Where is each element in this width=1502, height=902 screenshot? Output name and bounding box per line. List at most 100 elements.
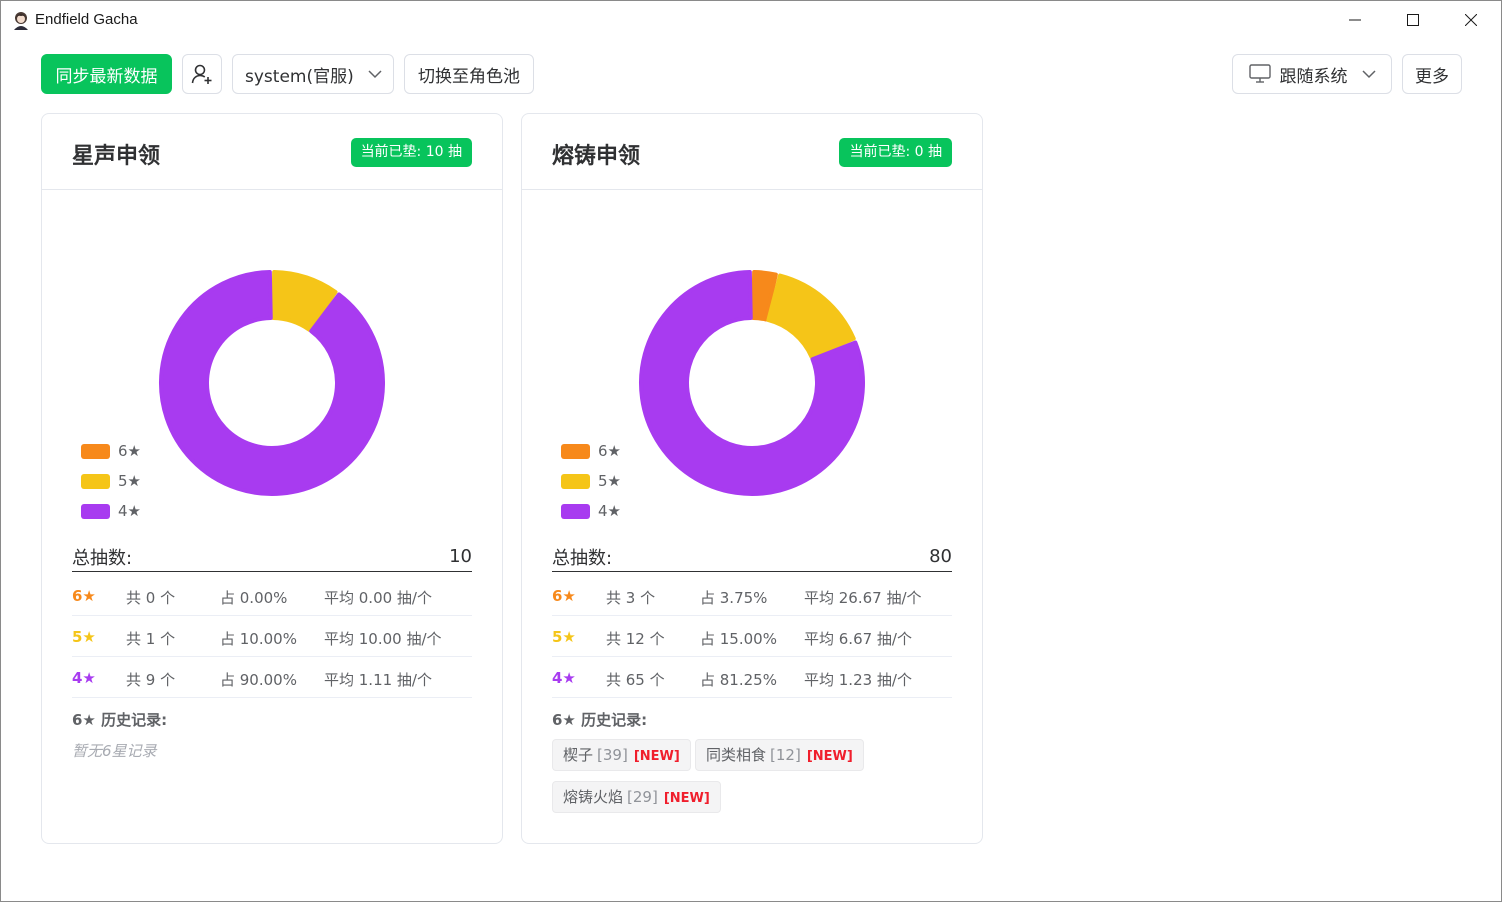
- legend-label: 5★: [598, 472, 621, 490]
- toolbar: 同步最新数据 system(官服) 切换至角色池 跟随系统 更多: [41, 54, 1462, 94]
- donut-chart: [639, 270, 865, 496]
- avatar-icon: [14, 12, 28, 30]
- chart-legend: 6★ 5★ 4★: [561, 436, 621, 526]
- slice-5star[interactable]: [766, 273, 856, 359]
- stat-percent: 占 90.00%: [220, 671, 297, 689]
- server-select[interactable]: system(官服): [232, 54, 394, 94]
- app-window: Endfield Gacha 同步最新数据 system(官服) 切换至角色池: [0, 0, 1502, 902]
- rarity-stats: 6★ 共 3 个 占 3.75% 平均 26.67 抽/个 5★ 共 12 个 …: [552, 575, 952, 698]
- legend-label: 4★: [118, 502, 141, 520]
- stat-average: 平均 1.23 抽/个: [804, 671, 912, 689]
- maximize-icon: [1407, 14, 1419, 26]
- switch-pool-button[interactable]: 切换至角色池: [404, 54, 534, 94]
- chevron-down-icon: [1361, 70, 1376, 79]
- total-pulls-value: 10: [449, 546, 472, 567]
- theme-select-value: 跟随系统: [1279, 66, 1348, 87]
- history-title: 6★ 历史记录:: [72, 711, 168, 729]
- card-title: 熔铸申领: [552, 144, 641, 169]
- legend-swatch: [81, 503, 110, 519]
- new-tag: [NEW]: [806, 749, 853, 764]
- total-pulls-label: 总抽数:: [72, 547, 133, 569]
- stat-average: 平均 0.00 抽/个: [324, 589, 432, 607]
- legend-label: 6★: [598, 442, 621, 460]
- legend-item-4star[interactable]: 4★: [81, 496, 141, 526]
- stat-average: 平均 26.67 抽/个: [804, 589, 922, 607]
- pity-badge: 当前已垫: 0 抽: [839, 138, 952, 167]
- legend-label: 4★: [598, 502, 621, 520]
- stat-rank: 5★: [552, 628, 576, 646]
- new-tag: [NEW]: [633, 749, 680, 764]
- card-title: 星声申领: [72, 144, 161, 169]
- stat-average: 平均 1.11 抽/个: [324, 671, 432, 689]
- history-tag-pity: [12]: [770, 746, 801, 764]
- pool-card-weapon: 熔铸申领 当前已垫: 0 抽 6★ 5★ 4★ 总抽数: 80 6★ 共 3 个…: [521, 113, 983, 844]
- history-tag[interactable]: 同类相食 [12] [NEW]: [695, 739, 864, 771]
- stat-count: 共 1 个: [126, 630, 176, 648]
- stat-average: 平均 6.67 抽/个: [804, 630, 912, 648]
- monitor-icon: [1248, 64, 1271, 83]
- history-tag[interactable]: 熔铸火焰 [29] [NEW]: [552, 781, 721, 813]
- history-tag-pity: [29]: [627, 788, 658, 806]
- stat-row-4star: 4★ 共 9 个 占 90.00% 平均 1.11 抽/个: [72, 657, 472, 698]
- stat-rank: 6★: [552, 587, 576, 605]
- stat-percent: 占 3.75%: [700, 589, 768, 607]
- legend-item-6star[interactable]: 6★: [561, 436, 621, 466]
- history-tag[interactable]: 楔子 [39] [NEW]: [552, 739, 691, 771]
- total-pulls-row: 总抽数: 80: [552, 542, 952, 572]
- rarity-stats: 6★ 共 0 个 占 0.00% 平均 0.00 抽/个 5★ 共 1 个 占 …: [72, 575, 472, 698]
- legend-item-5star[interactable]: 5★: [81, 466, 141, 496]
- stat-rank: 6★: [72, 587, 96, 605]
- server-select-value: system(官服): [245, 66, 354, 87]
- legend-item-4star[interactable]: 4★: [561, 496, 621, 526]
- legend-swatch: [561, 503, 590, 519]
- close-button[interactable]: [1442, 1, 1500, 39]
- donut-chart: [159, 270, 385, 496]
- legend-label: 6★: [118, 442, 141, 460]
- legend-label: 5★: [118, 472, 141, 490]
- legend-swatch: [81, 473, 110, 489]
- legend-item-5star[interactable]: 5★: [561, 466, 621, 496]
- maximize-button[interactable]: [1384, 1, 1442, 39]
- stat-rank: 4★: [552, 669, 576, 687]
- pool-card-standard: 星声申领 当前已垫: 10 抽 6★ 5★ 4★ 总抽数: 10 6★ 共 0 …: [41, 113, 503, 844]
- history-tag-pity: [39]: [597, 746, 628, 764]
- legend-swatch: [81, 443, 110, 459]
- legend-swatch: [561, 443, 590, 459]
- stat-average: 平均 10.00 抽/个: [324, 630, 442, 648]
- theme-select[interactable]: 跟随系统: [1232, 54, 1392, 94]
- stat-rank: 5★: [72, 628, 96, 646]
- stat-percent: 占 0.00%: [220, 589, 288, 607]
- stat-count: 共 65 个: [606, 671, 665, 689]
- pity-badge: 当前已垫: 10 抽: [350, 138, 472, 167]
- slice-4star[interactable]: [159, 270, 385, 496]
- stat-count: 共 12 个: [606, 630, 665, 648]
- account-button[interactable]: [182, 54, 222, 94]
- stat-percent: 占 10.00%: [220, 630, 297, 648]
- user-add-icon: [191, 64, 212, 84]
- total-pulls-label: 总抽数:: [552, 547, 613, 569]
- minimize-icon: [1349, 19, 1361, 21]
- title-bar: Endfield Gacha: [1, 1, 1501, 39]
- more-button[interactable]: 更多: [1402, 54, 1462, 94]
- sync-button[interactable]: 同步最新数据: [41, 54, 172, 94]
- close-icon: [1465, 14, 1477, 26]
- stat-rank: 4★: [72, 669, 96, 687]
- legend-swatch: [561, 473, 590, 489]
- minimize-button[interactable]: [1326, 1, 1384, 39]
- chart-legend: 6★ 5★ 4★: [81, 436, 141, 526]
- stat-percent: 占 81.25%: [700, 671, 777, 689]
- history-tag-name: 熔铸火焰: [563, 788, 624, 806]
- stat-row-6star: 6★ 共 0 个 占 0.00% 平均 0.00 抽/个: [72, 575, 472, 616]
- history-tag-name: 楔子: [563, 746, 594, 764]
- total-pulls-value: 80: [929, 546, 952, 567]
- stat-row-6star: 6★ 共 3 个 占 3.75% 平均 26.67 抽/个: [552, 575, 952, 616]
- stat-count: 共 9 个: [126, 671, 176, 689]
- chevron-down-icon: [368, 70, 382, 79]
- history-empty-text: 暂无6星记录: [72, 742, 157, 760]
- legend-item-6star[interactable]: 6★: [81, 436, 141, 466]
- stat-count: 共 0 个: [126, 589, 176, 607]
- stat-count: 共 3 个: [606, 589, 656, 607]
- stat-row-5star: 5★ 共 12 个 占 15.00% 平均 6.67 抽/个: [552, 616, 952, 657]
- window-title: Endfield Gacha: [35, 11, 138, 28]
- stat-percent: 占 15.00%: [700, 630, 777, 648]
